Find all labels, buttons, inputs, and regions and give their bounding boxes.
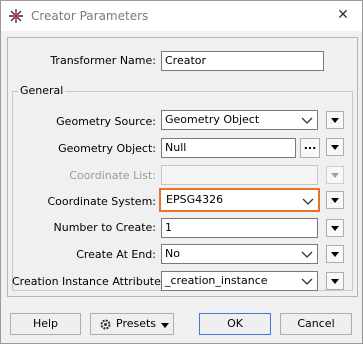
create-at-end-label: Create At End: xyxy=(76,248,156,261)
triangle-down-icon xyxy=(161,323,169,328)
geometry-object-menu-button[interactable] xyxy=(326,138,344,156)
geometry-object-input[interactable]: Null xyxy=(161,138,296,158)
create-at-end-value: No xyxy=(165,247,180,260)
triangle-down-icon xyxy=(331,226,339,231)
geometry-source-value: Geometry Object xyxy=(165,113,260,126)
transformer-name-input[interactable]: Creator xyxy=(161,51,324,71)
chevron-down-icon xyxy=(301,117,313,124)
geometry-source-select[interactable]: Geometry Object xyxy=(161,110,318,130)
coordinate-list-label: Coordinate List: xyxy=(69,169,156,182)
presets-button[interactable]: Presets xyxy=(90,313,174,335)
creation-instance-attribute-menu-button[interactable] xyxy=(326,272,344,290)
coordinate-system-menu-button[interactable] xyxy=(326,191,344,209)
ok-button[interactable]: OK xyxy=(199,313,271,335)
creation-instance-attribute-value: _creation_instance xyxy=(165,274,268,287)
create-at-end-select[interactable]: No xyxy=(161,244,318,264)
triangle-down-icon xyxy=(331,145,339,150)
triangle-down-icon xyxy=(331,279,339,284)
triangle-down-icon xyxy=(331,252,339,257)
coordinate-system-value: EPSG4326 xyxy=(166,193,224,206)
general-group-title: General xyxy=(18,84,66,97)
geometry-object-edit-button[interactable]: ... xyxy=(300,138,320,158)
triangle-down-icon xyxy=(331,118,339,123)
gear-icon xyxy=(100,319,111,330)
chevron-down-icon xyxy=(301,251,313,258)
create-at-end-menu-button[interactable] xyxy=(326,245,344,263)
presets-label: Presets xyxy=(116,317,157,330)
triangle-down-icon xyxy=(331,198,339,203)
transformer-name-label: Transformer Name: xyxy=(50,54,156,67)
chevron-down-icon xyxy=(302,198,314,205)
title-bar: Creator Parameters ✕ xyxy=(1,1,362,31)
dialog-window: Creator Parameters ✕ Transformer Name: C… xyxy=(0,0,363,344)
geometry-source-menu-button[interactable] xyxy=(326,111,344,129)
chevron-down-icon xyxy=(301,278,313,285)
coordinate-list-input xyxy=(161,165,318,185)
creation-instance-attribute-label: Creation Instance Attribute: xyxy=(12,275,165,288)
coordinate-system-label: Coordinate System: xyxy=(47,195,156,208)
close-icon[interactable]: ✕ xyxy=(334,6,352,24)
cancel-button[interactable]: Cancel xyxy=(280,313,352,335)
creation-instance-attribute-select[interactable]: _creation_instance xyxy=(161,271,318,291)
triangle-down-icon xyxy=(331,173,339,178)
number-to-create-menu-button[interactable] xyxy=(326,219,344,237)
coordinate-list-menu-button xyxy=(326,166,344,184)
geometry-source-label: Geometry Source: xyxy=(56,115,156,128)
creator-icon xyxy=(9,9,23,23)
window-title: Creator Parameters xyxy=(31,9,149,23)
geometry-object-label: Geometry Object: xyxy=(58,142,156,155)
number-to-create-input[interactable]: 1 xyxy=(161,218,318,238)
number-to-create-label: Number to Create: xyxy=(53,221,156,234)
coordinate-system-select[interactable]: EPSG4326 xyxy=(159,188,320,212)
parameters-panel: Transformer Name: Creator General Geomet… xyxy=(7,37,358,297)
help-button[interactable]: Help xyxy=(10,313,81,335)
